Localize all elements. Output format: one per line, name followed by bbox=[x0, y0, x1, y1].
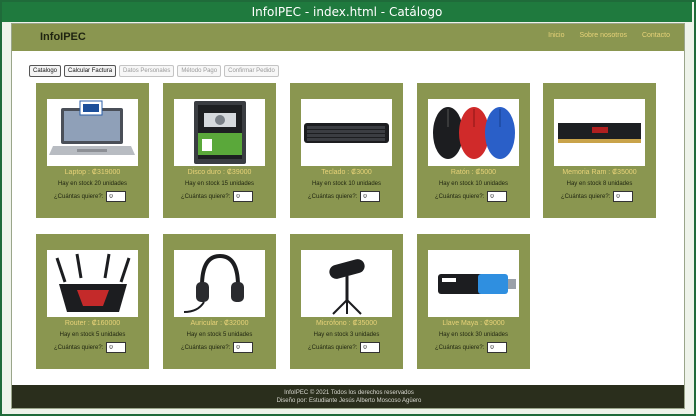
product-card-laptop: Laptop : ₡319000 Hay en stock 20 unidade… bbox=[36, 83, 149, 218]
quantity-row: ¿Cuántas quiere?: bbox=[54, 191, 127, 202]
product-card-microfono: Micrófono : ₡35000 Hay en stock 3 unidad… bbox=[290, 234, 403, 369]
product-stock: Hay en stock 3 unidades bbox=[313, 332, 380, 338]
nav-links: Inicio Sobre nosotros Contacto bbox=[548, 32, 670, 39]
navbar: InfoIPEC Inicio Sobre nosotros Contacto bbox=[12, 24, 684, 51]
product-stock: Hay en stock 5 unidades bbox=[186, 332, 253, 338]
microphone-icon bbox=[301, 250, 392, 317]
quantity-row: ¿Cuántas quiere?: bbox=[435, 191, 508, 202]
product-stock: Hay en stock 30 unidades bbox=[438, 332, 509, 338]
product-title: Llave Maya : ₡9000 bbox=[442, 320, 505, 327]
ram-icon bbox=[554, 99, 645, 166]
quantity-label: ¿Cuántas quiere?: bbox=[54, 193, 104, 200]
quantity-row: ¿Cuántas quiere?: bbox=[308, 342, 381, 353]
step-calcular-factura-button[interactable]: Calcular Factura bbox=[64, 65, 117, 77]
product-card-auricular: Auricular : ₡32000 Hay en stock 5 unidad… bbox=[163, 234, 276, 369]
footer-credits: Diseño por: Estudiante Jesús Alberto Mos… bbox=[276, 398, 422, 404]
quantity-label: ¿Cuántas quiere?: bbox=[181, 193, 231, 200]
keyboard-icon bbox=[301, 99, 392, 166]
product-title: Router : ₡160000 bbox=[64, 320, 121, 327]
step-catalogo-button[interactable]: Catalogo bbox=[29, 65, 62, 77]
nav-link-sobre-nosotros[interactable]: Sobre nosotros bbox=[579, 32, 626, 39]
router-icon bbox=[47, 250, 138, 317]
product-card-memoria-ram: Memoria Ram : ₡35000 Hay en stock 8 unid… bbox=[543, 83, 656, 218]
product-stock: Hay en stock 5 unidades bbox=[59, 332, 126, 338]
product-title: Teclado : ₡3000 bbox=[321, 169, 372, 176]
quantity-row: ¿Cuántas quiere?: bbox=[561, 191, 634, 202]
laptop-icon bbox=[47, 99, 138, 166]
quantity-row: ¿Cuántas quiere?: bbox=[308, 191, 381, 202]
step-datos-personales-button: Datos Personales bbox=[119, 65, 175, 77]
product-card-router: Router : ₡160000 Hay en stock 5 unidades… bbox=[36, 234, 149, 369]
checkout-steps: Catalogo Calcular Factura Datos Personal… bbox=[29, 65, 279, 77]
product-title: Memoria Ram : ₡35000 bbox=[562, 169, 637, 176]
product-card-raton: Ratón : ₡5000 Hay en stock 10 unidades ¿… bbox=[417, 83, 530, 218]
quantity-input[interactable] bbox=[487, 342, 508, 353]
quantity-input[interactable] bbox=[106, 191, 127, 202]
nav-link-inicio[interactable]: Inicio bbox=[548, 32, 564, 39]
web-page: InfoIPEC Inicio Sobre nosotros Contacto … bbox=[11, 23, 685, 409]
product-card-llave-maya: Llave Maya : ₡9000 Hay en stock 30 unida… bbox=[417, 234, 530, 369]
quantity-label: ¿Cuántas quiere?: bbox=[308, 344, 358, 351]
quantity-input[interactable] bbox=[233, 342, 254, 353]
quantity-row: ¿Cuántas quiere?: bbox=[435, 342, 508, 353]
product-card-disco-duro: Disco duro : ₡39000 Hay en stock 15 unid… bbox=[163, 83, 276, 218]
brand-logo[interactable]: InfoIPEC bbox=[40, 31, 86, 43]
step-metodo-pago-button: Método Pago bbox=[177, 65, 222, 77]
product-title: Disco duro : ₡39000 bbox=[187, 169, 252, 176]
quantity-row: ¿Cuántas quiere?: bbox=[54, 342, 127, 353]
quantity-input[interactable] bbox=[106, 342, 127, 353]
quantity-label: ¿Cuántas quiere?: bbox=[561, 193, 611, 200]
product-title: Micrófono : ₡35000 bbox=[315, 320, 378, 327]
quantity-label: ¿Cuántas quiere?: bbox=[181, 344, 231, 351]
product-stock: Hay en stock 8 unidades bbox=[566, 181, 633, 187]
quantity-input[interactable] bbox=[487, 191, 508, 202]
quantity-label: ¿Cuántas quiere?: bbox=[308, 193, 358, 200]
mouse-icon bbox=[428, 99, 519, 166]
product-stock: Hay en stock 15 unidades bbox=[184, 181, 255, 187]
product-stock: Hay en stock 20 unidades bbox=[57, 181, 128, 187]
usb-drive-icon bbox=[428, 250, 519, 317]
window-title: InfoIPEC - index.html - Catálogo bbox=[2, 2, 692, 22]
hard-drive-icon bbox=[174, 99, 265, 166]
product-title: Auricular : ₡32000 bbox=[190, 320, 249, 327]
headphones-icon bbox=[174, 250, 265, 317]
product-title: Ratón : ₡5000 bbox=[450, 169, 497, 176]
quantity-row: ¿Cuántas quiere?: bbox=[181, 342, 254, 353]
quantity-row: ¿Cuántas quiere?: bbox=[181, 191, 254, 202]
footer: InfoIPEC © 2021 Todos los derechos reser… bbox=[12, 385, 684, 408]
quantity-label: ¿Cuántas quiere?: bbox=[435, 193, 485, 200]
product-stock: Hay en stock 10 unidades bbox=[311, 181, 382, 187]
step-confirmar-pedido-button: Confirmar Pedido bbox=[224, 65, 279, 77]
product-card-teclado: Teclado : ₡3000 Hay en stock 10 unidades… bbox=[290, 83, 403, 218]
product-stock: Hay en stock 10 unidades bbox=[438, 181, 509, 187]
quantity-input[interactable] bbox=[360, 342, 381, 353]
product-title: Laptop : ₡319000 bbox=[64, 169, 121, 176]
nav-link-contacto[interactable]: Contacto bbox=[642, 32, 670, 39]
quantity-label: ¿Cuántas quiere?: bbox=[435, 344, 485, 351]
footer-copyright: InfoIPEC © 2021 Todos los derechos reser… bbox=[284, 390, 414, 396]
quantity-input[interactable] bbox=[360, 191, 381, 202]
quantity-input[interactable] bbox=[233, 191, 254, 202]
quantity-label: ¿Cuántas quiere?: bbox=[54, 344, 104, 351]
quantity-input[interactable] bbox=[613, 191, 634, 202]
